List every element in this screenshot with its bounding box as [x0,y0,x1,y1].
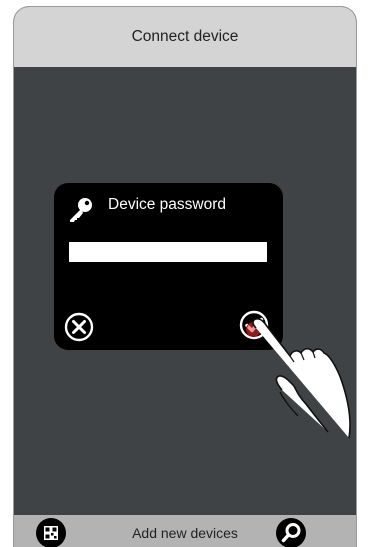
phone-frame: Connect device Device password Add new d… [13,6,357,547]
qr-code-icon[interactable] [36,518,66,547]
dialog-title: Device password [108,196,227,213]
close-circle-icon[interactable] [64,312,94,342]
page-title: Connect device [131,28,239,45]
password-input[interactable] [69,242,267,262]
bottom-bar: Add new devices [14,515,356,547]
search-icon[interactable] [276,518,306,547]
key-icon [70,198,92,222]
add-devices-label[interactable]: Add new devices [132,525,238,541]
header-bar: Connect device [14,7,356,67]
pointing-hand-icon [252,318,351,439]
